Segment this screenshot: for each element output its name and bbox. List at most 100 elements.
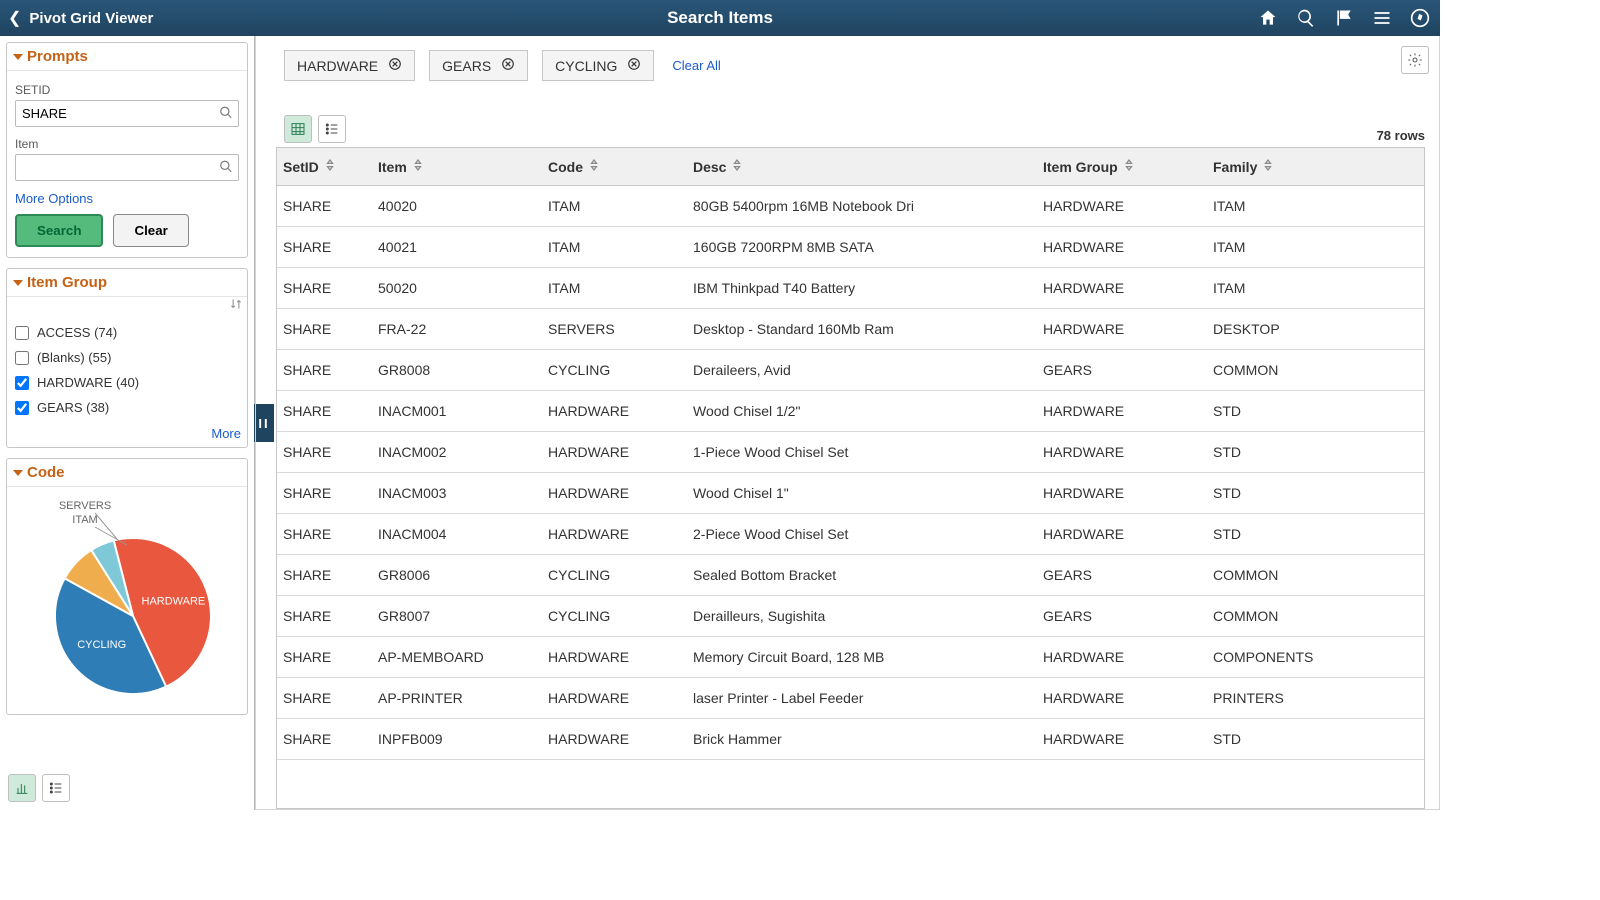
- table-cell: SHARE: [277, 268, 372, 308]
- compass-icon[interactable]: [1410, 8, 1430, 28]
- column-header-label: Item: [378, 159, 407, 175]
- table-row[interactable]: SHARE40020ITAM80GB 5400rpm 16MB Notebook…: [277, 186, 1424, 227]
- search-icon[interactable]: [1296, 8, 1316, 28]
- table-cell: Wood Chisel 1/2": [687, 391, 1037, 431]
- table-cell: Deraileers, Avid: [687, 350, 1037, 390]
- table-cell: GEARS: [1037, 555, 1207, 595]
- table-cell: GR8008: [372, 350, 542, 390]
- prompts-card: Prompts SETID Item: [6, 42, 248, 258]
- item-group-option-label: (Blanks) (55): [37, 350, 111, 365]
- item-group-more-link[interactable]: More: [211, 426, 241, 441]
- column-header[interactable]: Code: [542, 148, 687, 185]
- back-button[interactable]: ❮ Pivot Grid Viewer: [0, 8, 153, 28]
- item-group-option-label: HARDWARE (40): [37, 375, 139, 390]
- table-cell: IBM Thinkpad T40 Battery: [687, 268, 1037, 308]
- chevron-left-icon: ❮: [8, 8, 21, 28]
- table-row[interactable]: SHAREGR8007CYCLINGDerailleurs, Sugishita…: [277, 596, 1424, 637]
- page-title: Search Items: [667, 8, 773, 28]
- table-row[interactable]: SHAREAP-PRINTERHARDWARElaser Printer - L…: [277, 678, 1424, 719]
- remove-chip-icon[interactable]: [627, 57, 641, 74]
- table-cell: laser Printer - Label Feeder: [687, 678, 1037, 718]
- item-group-option[interactable]: ACCESS (74): [15, 320, 243, 345]
- item-group-checkbox[interactable]: [15, 401, 29, 415]
- grid-view-button[interactable]: [284, 115, 312, 143]
- remove-chip-icon[interactable]: [388, 57, 402, 74]
- table-cell: HARDWARE: [542, 678, 687, 718]
- column-header[interactable]: SetID: [277, 148, 372, 185]
- column-header[interactable]: Family: [1207, 148, 1424, 185]
- item-group-checkbox[interactable]: [15, 326, 29, 340]
- table-cell: SHARE: [277, 309, 372, 349]
- table-row[interactable]: SHAREGR8008CYCLINGDeraileers, AvidGEARSC…: [277, 350, 1424, 391]
- banner-icon-group: [1258, 8, 1440, 28]
- item-group-checkbox[interactable]: [15, 351, 29, 365]
- table-cell: 1-Piece Wood Chisel Set: [687, 432, 1037, 472]
- table-row[interactable]: SHARE50020ITAMIBM Thinkpad T40 BatteryHA…: [277, 268, 1424, 309]
- more-options-link[interactable]: More Options: [15, 191, 93, 206]
- table-cell: AP-MEMBOARD: [372, 637, 542, 677]
- setid-input[interactable]: [15, 100, 239, 127]
- item-group-option[interactable]: HARDWARE (40): [15, 370, 243, 395]
- table-cell: SHARE: [277, 596, 372, 636]
- item-group-checkbox[interactable]: [15, 376, 29, 390]
- table-row[interactable]: SHAREINACM003HARDWAREWood Chisel 1"HARDW…: [277, 473, 1424, 514]
- table-row[interactable]: SHAREINPFB009HARDWAREBrick HammerHARDWAR…: [277, 719, 1424, 760]
- item-input[interactable]: [15, 154, 239, 181]
- column-header[interactable]: Desc: [687, 148, 1037, 185]
- pie-slice-label: HARDWARE: [142, 595, 206, 607]
- item-lookup-icon[interactable]: [219, 159, 233, 176]
- column-header[interactable]: Item Group: [1037, 148, 1207, 185]
- prompts-header[interactable]: Prompts: [7, 43, 247, 71]
- table-row[interactable]: SHAREINACM002HARDWARE1-Piece Wood Chisel…: [277, 432, 1424, 473]
- table-cell: HARDWARE: [1037, 514, 1207, 554]
- back-label: Pivot Grid Viewer: [29, 10, 153, 27]
- table-row[interactable]: SHAREFRA-22SERVERSDesktop - Standard 160…: [277, 309, 1424, 350]
- item-group-title: Item Group: [27, 274, 107, 291]
- column-header[interactable]: Item: [372, 148, 542, 185]
- left-panel-scroll[interactable]: Prompts SETID Item: [0, 36, 254, 810]
- grid-body[interactable]: SHARE40020ITAM80GB 5400rpm 16MB Notebook…: [277, 186, 1424, 808]
- table-cell: ITAM: [1207, 186, 1424, 226]
- table-cell: HARDWARE: [1037, 268, 1207, 308]
- table-row[interactable]: SHAREGR8006CYCLINGSealed Bottom BracketG…: [277, 555, 1424, 596]
- detail-view-button[interactable]: [318, 115, 346, 143]
- setid-lookup-icon[interactable]: [219, 105, 233, 122]
- sort-facet-icon[interactable]: [229, 299, 243, 314]
- remove-chip-icon[interactable]: [501, 57, 515, 74]
- left-view-toggle: [8, 774, 70, 802]
- item-group-option-label: ACCESS (74): [37, 325, 117, 340]
- pie-slice-label: CYCLING: [77, 639, 126, 651]
- setid-label: SETID: [15, 83, 239, 97]
- item-group-header[interactable]: Item Group: [7, 269, 247, 297]
- filter-chip-label: CYCLING: [555, 58, 617, 74]
- sort-icon: [325, 158, 335, 175]
- code-header[interactable]: Code: [7, 459, 247, 487]
- top-banner: ❮ Pivot Grid Viewer Search Items: [0, 0, 1440, 36]
- chart-view-button[interactable]: [8, 774, 36, 802]
- item-group-option[interactable]: GEARS (38): [15, 395, 243, 420]
- item-group-option[interactable]: (Blanks) (55): [15, 345, 243, 370]
- table-cell: INACM004: [372, 514, 542, 554]
- table-cell: 50020: [372, 268, 542, 308]
- table-cell: SHARE: [277, 514, 372, 554]
- table-cell: 40020: [372, 186, 542, 226]
- table-row[interactable]: SHAREAP-MEMBOARDHARDWAREMemory Circuit B…: [277, 637, 1424, 678]
- sort-icon: [413, 158, 423, 175]
- caret-down-icon: [13, 54, 23, 60]
- table-cell: SHARE: [277, 555, 372, 595]
- table-row[interactable]: SHARE40021ITAM160GB 7200RPM 8MB SATAHARD…: [277, 227, 1424, 268]
- table-cell: SHARE: [277, 719, 372, 759]
- clear-button[interactable]: Clear: [113, 214, 188, 247]
- filter-chip-label: HARDWARE: [297, 58, 378, 74]
- menu-icon[interactable]: [1372, 8, 1392, 28]
- list-view-button[interactable]: [42, 774, 70, 802]
- flag-icon[interactable]: [1334, 8, 1354, 28]
- table-cell: HARDWARE: [542, 637, 687, 677]
- table-row[interactable]: SHAREINACM001HARDWAREWood Chisel 1/2"HAR…: [277, 391, 1424, 432]
- settings-button[interactable]: [1401, 46, 1429, 74]
- clear-all-link[interactable]: Clear All: [672, 58, 720, 73]
- table-cell: INACM003: [372, 473, 542, 513]
- home-icon[interactable]: [1258, 8, 1278, 28]
- table-row[interactable]: SHAREINACM004HARDWARE2-Piece Wood Chisel…: [277, 514, 1424, 555]
- search-button[interactable]: Search: [15, 214, 103, 247]
